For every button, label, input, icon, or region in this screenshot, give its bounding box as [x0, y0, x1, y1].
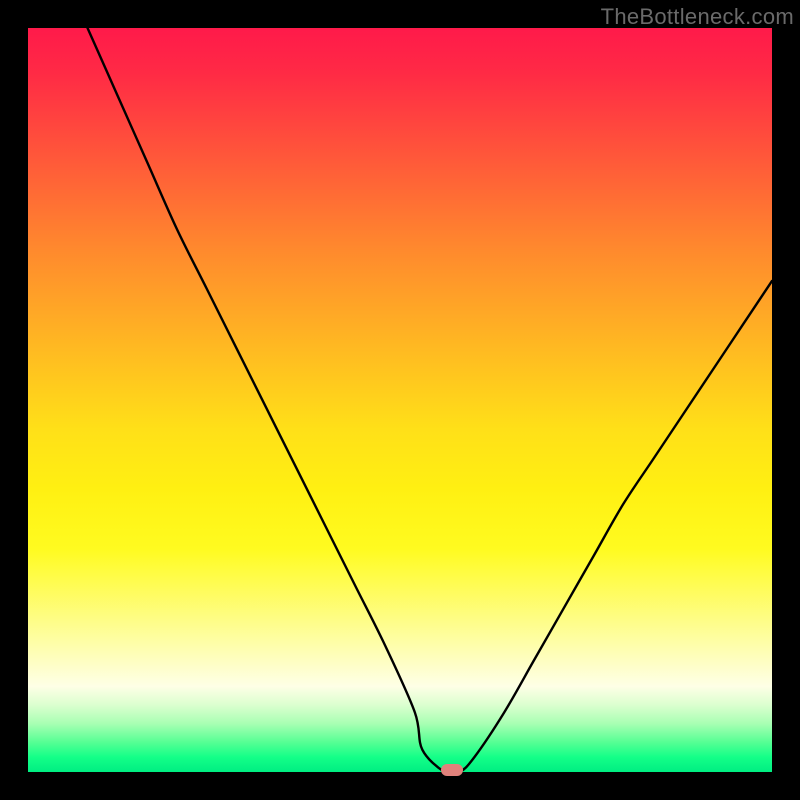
optimal-marker: [441, 764, 463, 776]
curve-svg: [28, 28, 772, 772]
bottleneck-curve: [88, 28, 772, 772]
watermark-text: TheBottleneck.com: [601, 4, 794, 30]
chart-container: TheBottleneck.com: [0, 0, 800, 800]
plot-area: [28, 28, 772, 772]
